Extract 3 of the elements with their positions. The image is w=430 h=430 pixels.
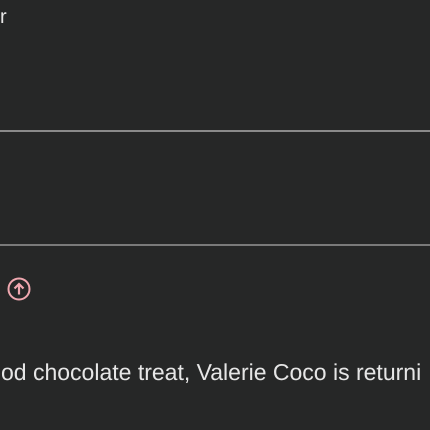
arrow-up-circle-icon[interactable] [7,277,31,301]
header-text: r [0,6,7,29]
article-text: od chocolate treat, Valerie Coco is returni [1,359,422,386]
